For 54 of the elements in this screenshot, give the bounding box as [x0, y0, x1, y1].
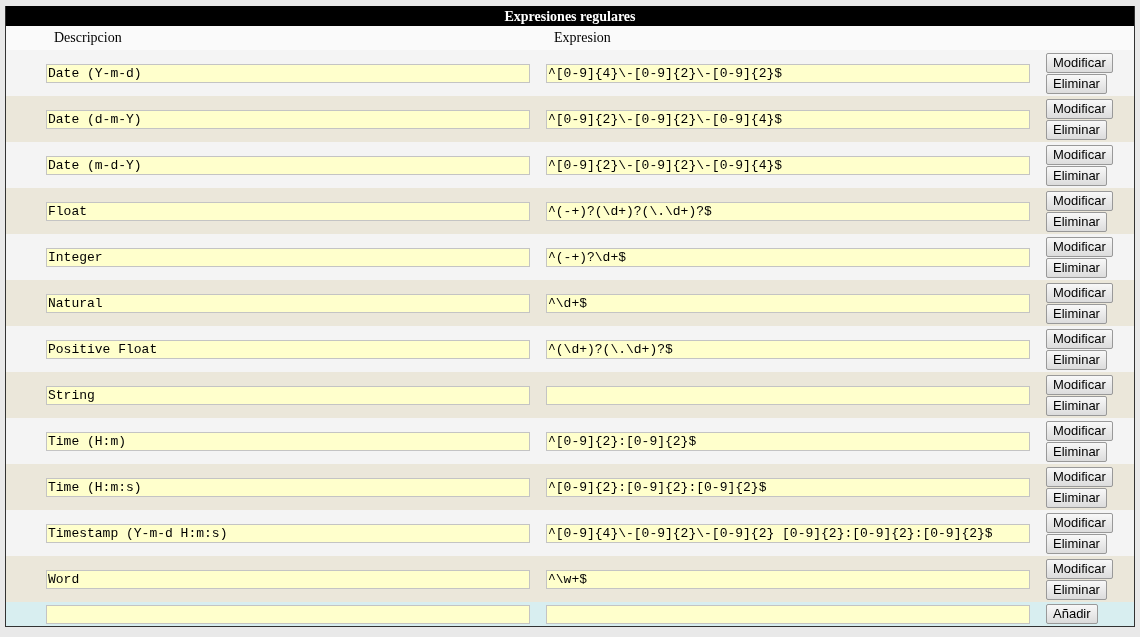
description-field[interactable]: Date (d-m-Y)	[46, 109, 530, 129]
expression-field[interactable]: ^[0-9]{2}\-[0-9]{2}\-[0-9]{4}$	[546, 155, 1030, 175]
modify-button[interactable]: Modificar	[1046, 236, 1113, 257]
modify-button[interactable]: Modificar	[1046, 190, 1113, 211]
expression-field[interactable]: ^(-+)?(\d+)?(\.\d+)?$	[546, 201, 1030, 221]
modify-button[interactable]: Modificar	[1046, 144, 1113, 165]
modify-button[interactable]: Modificar	[1046, 374, 1113, 395]
delete-button[interactable]: Eliminar	[1046, 257, 1107, 278]
expression-field[interactable]: ^(\d+)?(\.\d+)?$	[546, 339, 1030, 359]
description-field[interactable]: Integer	[46, 247, 530, 267]
description-field[interactable]: Timestamp (Y-m-d H:m:s)	[46, 523, 530, 543]
modify-button[interactable]: Modificar	[1046, 512, 1113, 533]
expression-field[interactable]: ^[0-9]{4}\-[0-9]{2}\-[0-9]{2}$	[546, 63, 1030, 83]
delete-button[interactable]: Eliminar	[1046, 349, 1107, 370]
modify-button[interactable]: Modificar	[1046, 420, 1113, 441]
expression-field[interactable]: ^[0-9]{2}:[0-9]{2}:[0-9]{2}$	[546, 477, 1030, 497]
description-field[interactable]: Natural	[46, 293, 530, 313]
modify-button[interactable]: Modificar	[1046, 98, 1113, 119]
description-field[interactable]: Date (Y-m-d)	[46, 63, 530, 83]
description-field[interactable]: String	[46, 385, 530, 405]
expression-field[interactable]: ^(-+)?\d+$	[546, 247, 1030, 267]
delete-button[interactable]: Eliminar	[1046, 395, 1107, 416]
column-header: Descripcion	[54, 30, 123, 46]
description-field[interactable]	[46, 604, 530, 624]
delete-button[interactable]: Eliminar	[1046, 73, 1107, 94]
delete-button[interactable]: Eliminar	[1046, 487, 1107, 508]
description-field[interactable]: Positive Float	[46, 339, 530, 359]
description-field[interactable]: Time (H:m)	[46, 431, 530, 451]
expression-field[interactable]: ^[0-9]{4}\-[0-9]{2}\-[0-9]{2} [0-9]{2}:[0-9]{2}:[0-9]{2}$	[546, 523, 1030, 543]
delete-button[interactable]: Eliminar	[1046, 533, 1107, 554]
expression-field[interactable]	[546, 385, 1030, 405]
column-header: Expresion	[554, 30, 611, 46]
expression-field[interactable]: ^[0-9]{2}\-[0-9]{2}\-[0-9]{4}$	[546, 109, 1030, 129]
delete-button[interactable]: Eliminar	[1046, 303, 1107, 324]
add-button[interactable]: Añadir	[1046, 604, 1098, 624]
expression-field[interactable]: ^[0-9]{2}:[0-9]{2}$	[546, 431, 1030, 451]
modify-button[interactable]: Modificar	[1046, 328, 1113, 349]
modify-button[interactable]: Modificar	[1046, 466, 1113, 487]
delete-button[interactable]: Eliminar	[1046, 441, 1107, 462]
description-field[interactable]: Date (m-d-Y)	[46, 155, 530, 175]
modify-button[interactable]: Modificar	[1046, 558, 1113, 579]
delete-button[interactable]: Eliminar	[1046, 119, 1107, 140]
delete-button[interactable]: Eliminar	[1046, 165, 1107, 186]
delete-button[interactable]: Eliminar	[1046, 579, 1107, 600]
panel-title: Expresiones regulares	[6, 6, 1134, 26]
modify-button[interactable]: Modificar	[1046, 52, 1113, 73]
delete-button[interactable]: Eliminar	[1046, 211, 1107, 232]
description-field[interactable]: Float	[46, 201, 530, 221]
modify-button[interactable]: Modificar	[1046, 282, 1113, 303]
description-field[interactable]: Word	[46, 569, 530, 589]
expression-field[interactable]	[546, 604, 1030, 624]
expression-field[interactable]: ^\d+$	[546, 293, 1030, 313]
description-field[interactable]: Time (H:m:s)	[46, 477, 530, 497]
expression-field[interactable]: ^\w+$	[546, 569, 1030, 589]
